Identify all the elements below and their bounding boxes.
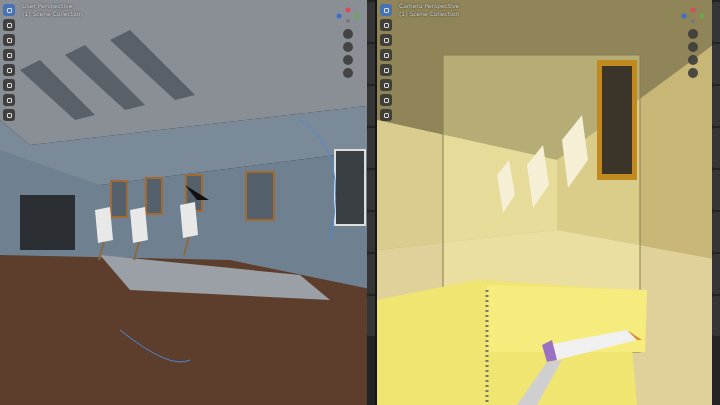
nav-button[interactable] xyxy=(688,29,698,39)
tool-icon xyxy=(7,53,12,58)
tool-button[interactable] xyxy=(380,79,392,91)
tool-icon xyxy=(384,98,389,103)
camera-viewport[interactable]: Camera Perspective(1) Scene Collection xyxy=(377,0,720,405)
axis-gizmo-icon[interactable] xyxy=(680,6,706,26)
nav-button[interactable] xyxy=(688,55,698,65)
tool-button[interactable] xyxy=(3,34,15,46)
sidebar-tab[interactable] xyxy=(712,86,720,126)
nav-button[interactable] xyxy=(343,42,353,52)
tool-button[interactable] xyxy=(3,94,15,106)
tool-icon xyxy=(384,68,389,73)
view-name: Camera Perspective xyxy=(399,2,459,9)
tool-icon xyxy=(7,23,12,28)
tool-icon xyxy=(7,113,12,118)
sidebar-tab[interactable] xyxy=(367,170,375,210)
tool-button[interactable] xyxy=(380,64,392,76)
collection-name: (1) Scene Collection xyxy=(399,10,459,17)
camera-perspective-scene[interactable] xyxy=(377,0,720,405)
toolbar xyxy=(380,4,392,121)
sidebar-tab[interactable] xyxy=(367,86,375,126)
tool-button[interactable] xyxy=(380,19,392,31)
viewport-info: Camera Perspective(1) Scene Collection xyxy=(399,2,459,17)
sidebar-tab[interactable] xyxy=(367,212,375,252)
sidebar-tab[interactable] xyxy=(367,128,375,168)
tool-button[interactable] xyxy=(3,49,15,61)
axis-gizmo-icon[interactable] xyxy=(335,6,361,26)
tool-icon xyxy=(7,83,12,88)
nav-button[interactable] xyxy=(688,42,698,52)
user-perspective-scene[interactable] xyxy=(0,0,375,405)
user-viewport[interactable]: User Perspective(1) Scene Collection xyxy=(0,0,375,405)
tool-icon xyxy=(384,38,389,43)
sidebar-tabs xyxy=(367,0,375,405)
tool-icon xyxy=(384,53,389,58)
sidebar-tab[interactable] xyxy=(367,2,375,42)
tool-icon xyxy=(7,68,12,73)
tool-button[interactable] xyxy=(380,109,392,121)
nav-button[interactable] xyxy=(343,55,353,65)
nav-button[interactable] xyxy=(343,29,353,39)
tool-icon xyxy=(384,23,389,28)
tool-button[interactable] xyxy=(380,94,392,106)
sidebar-tab[interactable] xyxy=(712,212,720,252)
sidebar-tab[interactable] xyxy=(367,254,375,294)
sidebar-tab[interactable] xyxy=(712,2,720,42)
sidebar-tab[interactable] xyxy=(712,296,720,336)
tool-button[interactable] xyxy=(380,34,392,46)
navigation-gizmo[interactable] xyxy=(335,6,361,78)
tool-button[interactable] xyxy=(3,109,15,121)
tool-icon xyxy=(384,113,389,118)
toolbar xyxy=(3,4,15,121)
sidebar-tab[interactable] xyxy=(712,128,720,168)
tool-button[interactable] xyxy=(3,19,15,31)
tool-icon xyxy=(7,38,12,43)
tool-button[interactable] xyxy=(3,64,15,76)
tool-button[interactable] xyxy=(380,49,392,61)
sidebar-tab[interactable] xyxy=(712,44,720,84)
sidebar-tab[interactable] xyxy=(367,44,375,84)
sidebar-tab[interactable] xyxy=(367,296,375,336)
sidebar-tab[interactable] xyxy=(712,170,720,210)
tool-button[interactable] xyxy=(3,4,15,16)
blender-window: User Perspective(1) Scene CollectionCame… xyxy=(0,0,720,405)
nav-button[interactable] xyxy=(688,68,698,78)
sidebar-tab[interactable] xyxy=(712,254,720,294)
nav-button[interactable] xyxy=(343,68,353,78)
tool-icon xyxy=(7,98,12,103)
tool-button[interactable] xyxy=(3,79,15,91)
navigation-gizmo[interactable] xyxy=(680,6,706,78)
viewport-info: User Perspective(1) Scene Collection xyxy=(22,2,82,17)
collection-name: (1) Scene Collection xyxy=(22,10,82,17)
view-name: User Perspective xyxy=(22,2,82,9)
tool-button[interactable] xyxy=(380,4,392,16)
tool-icon xyxy=(384,8,389,13)
sidebar-tabs xyxy=(712,0,720,405)
tool-icon xyxy=(384,83,389,88)
tool-icon xyxy=(7,8,12,13)
